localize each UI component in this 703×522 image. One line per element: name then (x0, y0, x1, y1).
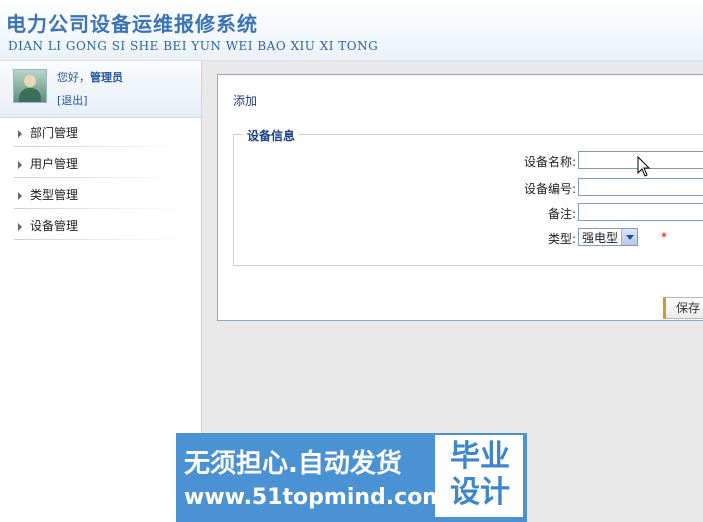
banner-badge: 毕业设计 (435, 435, 523, 517)
caret-right-icon (18, 161, 22, 169)
app-title: 电力公司设备运维报修系统 (6, 12, 258, 36)
chevron-down-icon (621, 229, 637, 245)
required-mark: * (661, 230, 667, 244)
sidebar-item-devices[interactable]: 设备管理 (0, 211, 201, 242)
app-subtitle: DIAN LI GONG SI SHE BEI YUN WEI BAO XIU … (8, 39, 379, 53)
sidebar-menu: 部门管理 用户管理 类型管理 设备管理 (0, 118, 201, 242)
user-box: 您好，管理员 [退出] (0, 61, 201, 118)
banner-line2: www.51topmind.com (184, 485, 446, 510)
device-code-label: 设备编号: (523, 182, 576, 196)
user-greeting: 您好，管理员 (57, 69, 123, 85)
logout-link[interactable]: [退出] (57, 92, 88, 108)
panel-title: 添加 (233, 94, 258, 108)
greeting-text: 您好， (57, 71, 90, 84)
caret-right-icon (18, 192, 22, 200)
app-header: 电力公司设备运维报修系统 DIAN LI GONG SI SHE BEI YUN… (0, 0, 703, 61)
save-button[interactable]: 保存 (663, 297, 703, 319)
banner-badge-text: 毕业设计 (450, 439, 510, 510)
sidebar-item-label: 用户管理 (30, 157, 79, 171)
avatar-body (19, 88, 41, 102)
sidebar-item-label: 类型管理 (30, 188, 79, 202)
device-name-label: 设备名称: (523, 155, 576, 169)
remark-input[interactable] (578, 203, 703, 221)
type-label: 类型: (547, 232, 576, 246)
type-select[interactable]: 强电型 (578, 228, 638, 246)
sidebar: 您好，管理员 [退出] 部门管理 用户管理 类型管理 设备管理 (0, 61, 202, 522)
sidebar-item-label: 设备管理 (30, 219, 79, 233)
form-panel: 添加 设备信息 设备名称: 设备编号: 备注: 类型: 强电型 * 保存 (217, 74, 703, 321)
fieldset-legend: 设备信息 (243, 127, 300, 144)
row-device-name: 设备名称: (234, 151, 703, 171)
sidebar-item-department[interactable]: 部门管理 (0, 118, 201, 149)
divider (14, 146, 181, 147)
row-remark: 备注: (234, 203, 703, 223)
divider (14, 208, 181, 209)
device-info-fieldset: 设备信息 设备名称: 设备编号: 备注: 类型: 强电型 * (233, 127, 703, 266)
type-select-value: 强电型 (582, 231, 619, 245)
divider (14, 177, 181, 178)
sidebar-item-users[interactable]: 用户管理 (0, 149, 201, 180)
sidebar-item-label: 部门管理 (30, 126, 79, 140)
row-type: 类型: 强电型 * (234, 228, 703, 248)
watermark-banner: 无须担心.自动发货 www.51topmind.com 毕业设计 (176, 433, 527, 522)
banner-line1: 无须担心.自动发货 (184, 449, 402, 479)
remark-label: 备注: (547, 207, 576, 221)
caret-right-icon (18, 223, 22, 231)
row-device-code: 设备编号: (234, 178, 703, 198)
divider (14, 239, 181, 240)
device-code-input[interactable] (578, 178, 703, 196)
mouse-cursor-icon (637, 156, 651, 177)
avatar-head (24, 75, 36, 87)
user-name: 管理员 (90, 71, 123, 84)
caret-right-icon (18, 130, 22, 138)
sidebar-item-types[interactable]: 类型管理 (0, 180, 201, 211)
avatar (13, 69, 47, 103)
